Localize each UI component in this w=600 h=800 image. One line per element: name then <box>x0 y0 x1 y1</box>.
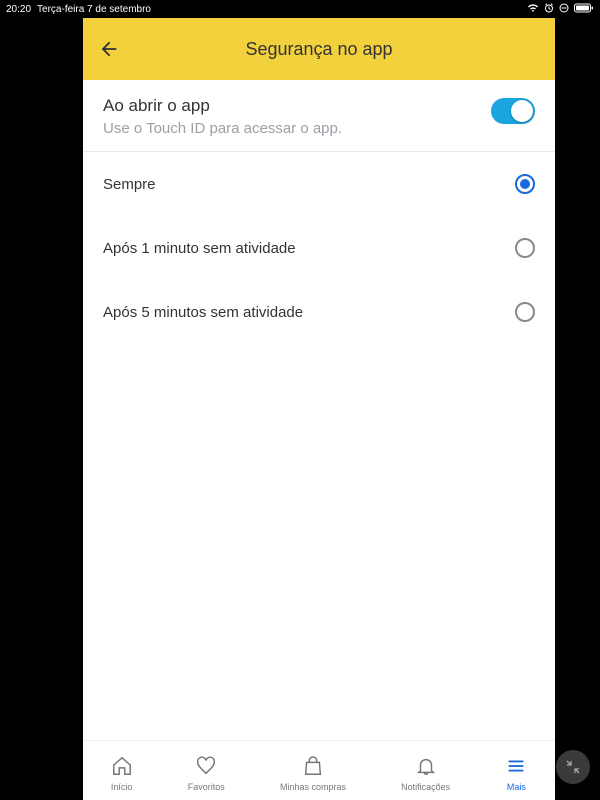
tab-label: Mais <box>507 782 526 792</box>
status-bar: 20:20 Terça-feira 7 de setembro <box>0 0 600 18</box>
menu-icon <box>505 755 527 779</box>
heart-icon <box>195 755 217 779</box>
options-list: Sempre Após 1 minuto sem atividade Após … <box>83 152 555 740</box>
tab-label: Início <box>111 782 133 792</box>
section-title: Ao abrir o app <box>103 96 342 116</box>
option-5min[interactable]: Após 5 minutos sem atividade <box>83 280 555 344</box>
home-icon <box>111 755 133 779</box>
tab-notificacoes[interactable]: Notificações <box>401 755 450 792</box>
tab-bar: Início Favoritos Minhas compras Notifica… <box>83 740 555 800</box>
radio-icon <box>515 302 535 322</box>
page-title: Segurança no app <box>83 39 555 60</box>
collapse-icon <box>566 760 580 774</box>
dnd-icon <box>559 3 569 16</box>
alarm-icon <box>544 3 554 16</box>
tab-label: Favoritos <box>188 782 225 792</box>
tab-label: Minhas compras <box>280 782 346 792</box>
back-button[interactable] <box>97 37 121 61</box>
option-label: Após 1 minuto sem atividade <box>103 240 296 257</box>
bag-icon <box>302 755 324 779</box>
section-subtitle: Use o Touch ID para acessar o app. <box>103 120 342 137</box>
battery-icon <box>574 3 594 16</box>
option-label: Sempre <box>103 176 156 193</box>
radio-icon <box>515 174 535 194</box>
touchid-toggle[interactable] <box>491 98 535 124</box>
tab-mais[interactable]: Mais <box>505 755 527 792</box>
option-label: Após 5 minutos sem atividade <box>103 304 303 321</box>
tab-inicio[interactable]: Início <box>111 755 133 792</box>
app-screen: Segurança no app Ao abrir o app Use o To… <box>83 18 555 800</box>
bell-icon <box>415 755 437 779</box>
nav-bar: Segurança no app <box>83 18 555 80</box>
radio-icon <box>515 238 535 258</box>
section-toggle-row: Ao abrir o app Use o Touch ID para acess… <box>83 80 555 152</box>
status-date: Terça-feira 7 de setembro <box>37 4 151 15</box>
status-time: 20:20 <box>6 4 31 15</box>
tab-favoritos[interactable]: Favoritos <box>188 755 225 792</box>
collapse-button[interactable] <box>556 750 590 784</box>
option-sempre[interactable]: Sempre <box>83 152 555 216</box>
option-1min[interactable]: Após 1 minuto sem atividade <box>83 216 555 280</box>
wifi-icon <box>527 3 539 16</box>
tab-compras[interactable]: Minhas compras <box>280 755 346 792</box>
toggle-knob <box>511 100 533 122</box>
tab-label: Notificações <box>401 782 450 792</box>
